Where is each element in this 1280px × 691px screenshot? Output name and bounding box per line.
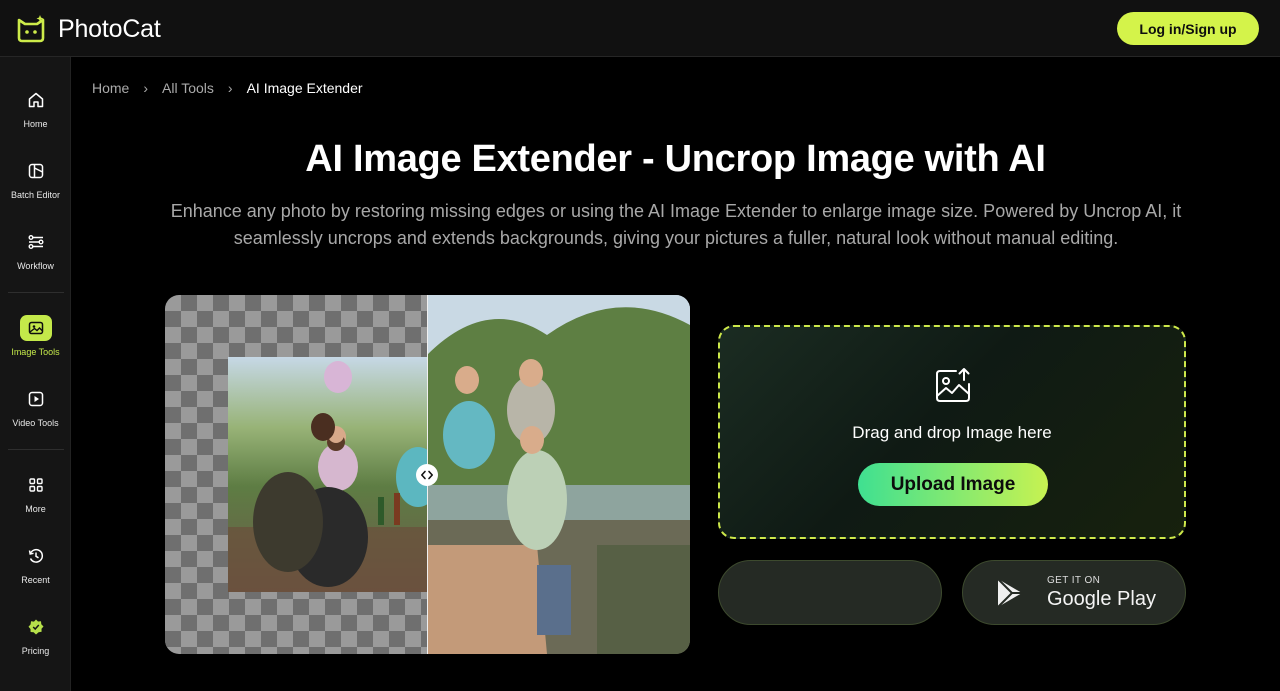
batch-icon (20, 158, 52, 184)
top-bar: PhotoCat Log in/Sign up (0, 0, 1280, 57)
logo[interactable]: PhotoCat (16, 14, 161, 44)
sidebar-item-label: Batch Editor (10, 190, 61, 200)
page-description: Enhance any photo by restoring missing e… (170, 201, 1182, 248)
upload-dropzone[interactable]: Drag and drop Image here Upload Image (718, 325, 1186, 539)
sidebar-item-label: Image Tools (11, 347, 60, 357)
before-after-demo[interactable] (165, 295, 690, 654)
sidebar-item-label: More (25, 504, 46, 514)
badge-icon (20, 614, 52, 640)
breadcrumb-all-tools[interactable]: All Tools (162, 80, 214, 96)
sidebar-item-label: Recent (21, 575, 50, 585)
google-play-text: GET IT ON Google Play (1047, 575, 1156, 611)
google-play-small-label: GET IT ON (1047, 574, 1101, 586)
image-icon (19, 315, 52, 341)
google-play-label: Google Play (1047, 587, 1156, 610)
sidebar-item-home[interactable]: Home (0, 87, 71, 147)
sidebar-divider (8, 449, 64, 450)
breadcrumb-current: AI Image Extender (246, 80, 363, 96)
sidebar-item-batch-editor[interactable]: Batch Editor (0, 158, 71, 218)
sidebar-item-label: Video Tools (12, 418, 59, 428)
history-icon (20, 543, 52, 569)
app-name: PhotoCat (58, 14, 161, 43)
transparent-canvas (165, 295, 440, 654)
sidebar-divider (8, 292, 64, 293)
image-upload-icon (936, 368, 970, 402)
sidebar-item-label: Home (23, 119, 48, 129)
sidebar-item-recent[interactable]: Recent (0, 543, 71, 603)
video-icon (20, 386, 52, 412)
sidebar-item-pricing[interactable]: Pricing (0, 614, 71, 674)
code-arrows-icon (421, 470, 433, 480)
sidebar: Home Batch Editor Workflow Image Tools V… (0, 57, 71, 691)
workflow-icon (20, 229, 52, 255)
compare-slider-handle[interactable] (416, 464, 438, 486)
grid-icon (20, 472, 52, 498)
breadcrumb: Home › All Tools › AI Image Extender (92, 80, 363, 96)
sidebar-item-label: Pricing (21, 646, 50, 656)
app-store-button[interactable] (718, 560, 942, 625)
chevron-right-icon: › (227, 80, 233, 96)
sidebar-item-workflow[interactable]: Workflow (0, 229, 71, 289)
breadcrumb-home[interactable]: Home (92, 80, 129, 96)
chevron-right-icon: › (143, 80, 149, 96)
sidebar-item-video-tools[interactable]: Video Tools (0, 386, 71, 446)
cat-logo-icon (17, 15, 45, 43)
home-icon (20, 87, 52, 113)
google-play-button[interactable]: GET IT ON Google Play (962, 560, 1186, 625)
sidebar-item-label: Workflow (17, 261, 54, 271)
google-play-icon (997, 577, 1022, 608)
sidebar-item-image-tools[interactable]: Image Tools (0, 315, 71, 375)
upload-image-button[interactable]: Upload Image (858, 463, 1048, 506)
login-signup-button[interactable]: Log in/Sign up (1117, 12, 1259, 45)
original-photo (228, 357, 440, 592)
sidebar-item-more[interactable]: More (0, 472, 71, 532)
extended-photo (427, 295, 690, 654)
page-title: AI Image Extender - Uncrop Image with AI (305, 138, 1046, 180)
dropzone-prompt: Drag and drop Image here (852, 423, 1052, 442)
